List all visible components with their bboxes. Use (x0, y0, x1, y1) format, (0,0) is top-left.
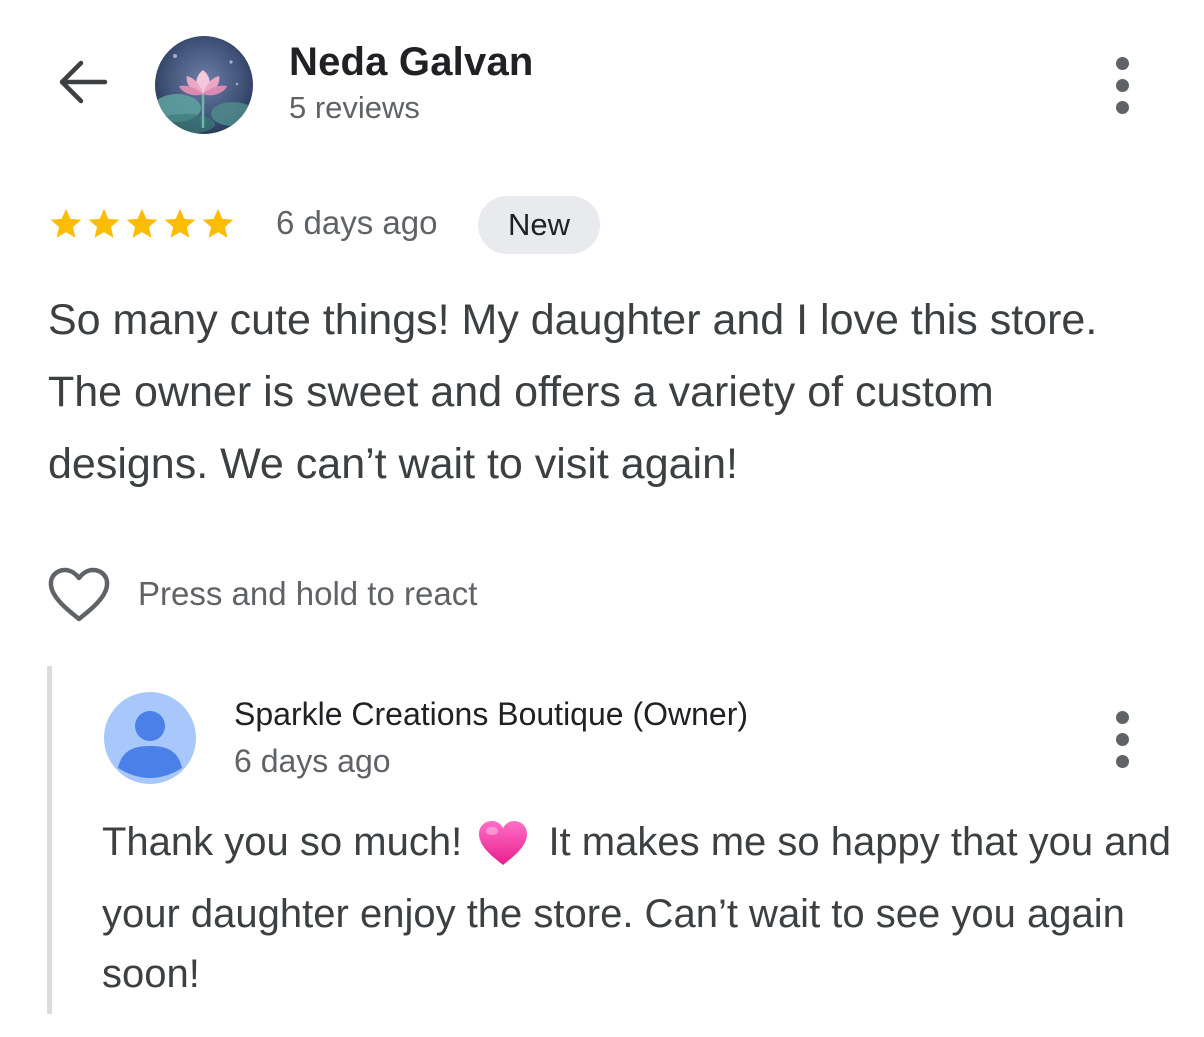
star-rating (48, 206, 236, 242)
review-detail-page: Neda Galvan 5 reviews 6 days ago New So … (0, 0, 1204, 1037)
reviewer-review-count: 5 reviews (289, 90, 420, 125)
pink-heart-emoji-icon (477, 819, 529, 884)
review-date: 6 days ago (276, 204, 438, 241)
react-button[interactable] (46, 566, 112, 629)
star-icon (164, 208, 196, 238)
reply-more-options-button[interactable] (1102, 704, 1142, 774)
react-hint-label: Press and hold to react (138, 575, 478, 612)
back-button[interactable] (52, 56, 114, 112)
star-icon (126, 208, 158, 238)
reviewer-avatar[interactable] (155, 36, 253, 134)
lotus-flower-avatar-icon (155, 36, 253, 134)
reply-text-start: Thank you so much! (102, 820, 463, 864)
reply-divider (47, 666, 52, 1014)
heart-outline-icon (46, 566, 112, 629)
arrow-back-icon (55, 57, 111, 112)
new-badge: New (478, 196, 600, 254)
owner-avatar[interactable] (104, 692, 196, 784)
review-text: So many cute things! My daughter and I l… (48, 296, 1098, 488)
reviewer-name[interactable]: Neda Galvan (289, 40, 534, 85)
owner-name: Sparkle Creations Boutique (Owner) (234, 696, 749, 732)
star-icon (88, 208, 120, 238)
more-vert-icon (1115, 710, 1129, 724)
star-icon (202, 208, 234, 238)
more-vert-icon (1115, 56, 1129, 70)
more-options-button[interactable] (1102, 50, 1142, 120)
star-icon (50, 208, 82, 238)
owner-reply-date: 6 days ago (234, 743, 391, 779)
owner-reply-text: Thank you so much! It makes me so happy … (102, 812, 1182, 1004)
person-icon (104, 692, 196, 784)
